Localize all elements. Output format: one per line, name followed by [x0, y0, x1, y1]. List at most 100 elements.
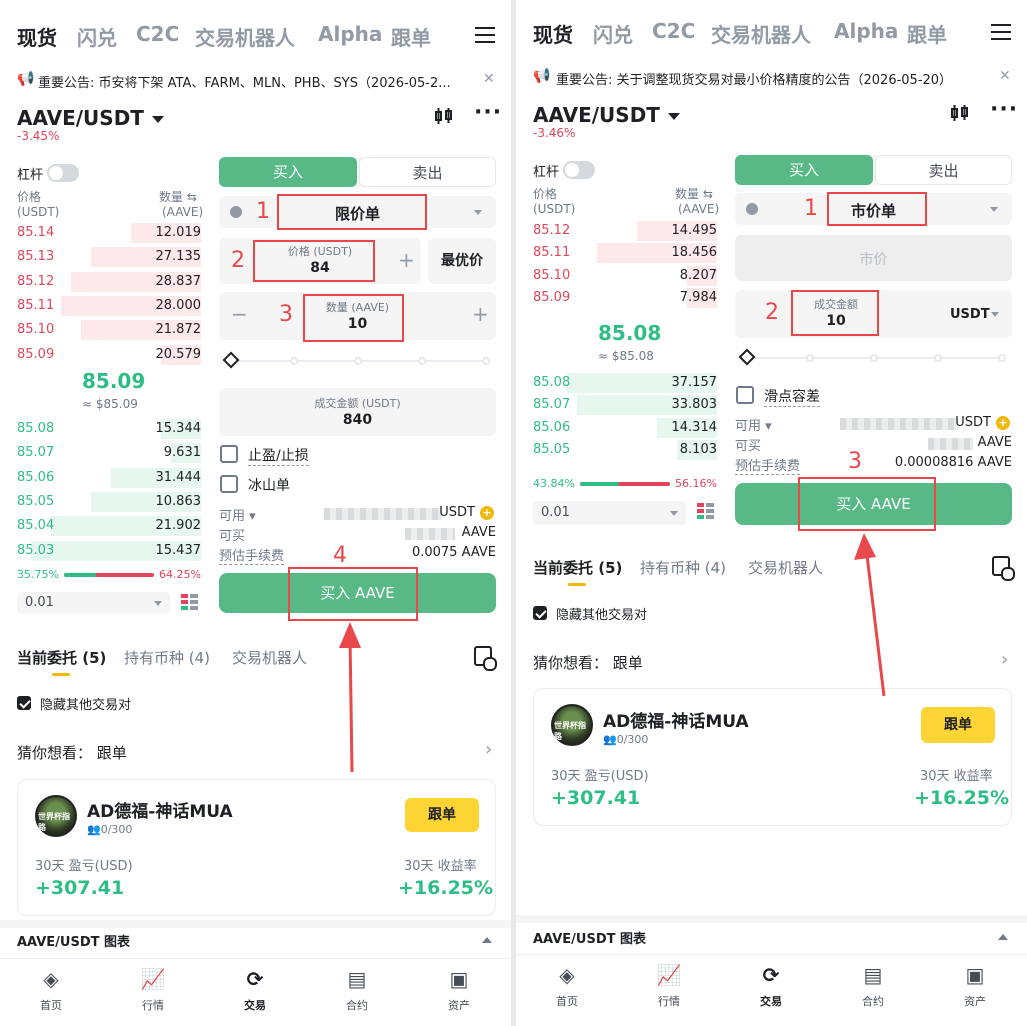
plus-icon[interactable]: + [472, 302, 489, 326]
total-unit[interactable]: USDT [950, 307, 990, 322]
tpsl-label[interactable]: 止盈/止损 [248, 445, 309, 466]
bid-price[interactable]: 85.07 [17, 445, 54, 465]
menu-icon[interactable] [991, 24, 1011, 40]
nav-spot[interactable]: 现货 [17, 22, 57, 51]
chevron-up-icon[interactable] [482, 937, 492, 943]
bid-price[interactable]: 85.03 [17, 543, 54, 563]
hide-other-pairs-label[interactable]: 隐藏其他交易对 [40, 694, 131, 713]
slider-stop[interactable] [934, 354, 942, 362]
pair-selector[interactable]: AAVE/USDT [533, 103, 680, 127]
hide-other-pairs-checkbox[interactable] [533, 606, 547, 620]
available-label[interactable]: 可用 ▾ [735, 415, 772, 434]
nav-copy-trading[interactable]: 跟单 [907, 19, 947, 48]
nav-assets[interactable]: ▣ 资产 [408, 967, 510, 1013]
menu-icon[interactable] [475, 27, 495, 43]
tab-sell[interactable]: 卖出 [875, 155, 1012, 185]
ask-price[interactable]: 85.11 [17, 298, 54, 318]
slider-stop[interactable] [418, 357, 426, 365]
ask-price[interactable]: 85.09 [533, 290, 570, 310]
nav-alpha[interactable]: Alpha [834, 19, 898, 43]
chart-bar-title[interactable]: AAVE/USDT 图表 [17, 931, 130, 950]
ask-price[interactable]: 85.09 [17, 347, 54, 367]
slider-stop[interactable] [870, 354, 878, 362]
slippage-label[interactable]: 滑点容差 [764, 386, 820, 407]
notice-text[interactable]: 重要公告: 关于调整现货交易对最小价格精度的公告（2026-05-20） [556, 69, 996, 88]
nav-c2c[interactable]: C2C [652, 19, 695, 43]
tab-open-orders[interactable]: 当前委托 (5) [17, 647, 106, 668]
slider-handle[interactable] [738, 348, 756, 366]
available-label[interactable]: 可用 ▾ [219, 505, 256, 524]
bid-price[interactable]: 85.08 [533, 375, 570, 395]
nav-markets[interactable]: 📈 行情 [102, 967, 204, 1013]
candlestick-icon[interactable] [950, 105, 970, 121]
more-icon[interactable]: ··· [990, 97, 1018, 122]
fee-label[interactable]: 预估手续费 [219, 545, 285, 565]
tab-bots[interactable]: 交易机器人 [748, 557, 823, 578]
follow-button[interactable]: 跟单 [405, 798, 479, 832]
pair-selector[interactable]: AAVE/USDT [17, 106, 164, 130]
precision-select[interactable]: 0.01 [533, 501, 686, 525]
nav-alpha[interactable]: Alpha [318, 22, 382, 46]
tab-open-orders[interactable]: 当前委托 (5) [533, 557, 622, 578]
ask-price[interactable]: 85.13 [17, 249, 54, 269]
tab-holdings[interactable]: 持有币种 (4) [640, 557, 726, 578]
add-funds-icon[interactable]: + [996, 416, 1010, 430]
nav-trading-bots[interactable]: 交易机器人 [195, 22, 295, 51]
orderbook-layout-icon[interactable] [181, 594, 199, 612]
nav-c2c[interactable]: C2C [136, 22, 179, 46]
tab-buy[interactable]: 买入 [219, 157, 357, 187]
chevron-right-icon[interactable]: › [1001, 649, 1008, 670]
tab-bots[interactable]: 交易机器人 [232, 647, 307, 668]
orderbook-layout-icon[interactable] [697, 503, 715, 521]
leverage-toggle[interactable] [47, 164, 79, 182]
ask-price[interactable]: 85.11 [533, 245, 570, 265]
bid-price[interactable]: 85.04 [17, 518, 54, 538]
order-history-icon[interactable] [474, 646, 497, 671]
bid-price[interactable]: 85.05 [17, 494, 54, 514]
hide-other-pairs-checkbox[interactable] [17, 696, 31, 710]
tab-holdings[interactable]: 持有币种 (4) [124, 647, 210, 668]
slider-stop[interactable] [354, 357, 362, 365]
precision-select[interactable]: 0.01 [17, 592, 170, 614]
more-icon[interactable]: ··· [474, 100, 502, 125]
slippage-checkbox[interactable] [736, 386, 754, 404]
chart-bar-title[interactable]: AAVE/USDT 图表 [533, 928, 646, 947]
slider-handle[interactable] [222, 351, 240, 369]
nav-futures[interactable]: ▤ 合约 [822, 963, 924, 1009]
slider-stop[interactable] [482, 357, 490, 365]
ask-price[interactable]: 85.12 [17, 274, 54, 294]
plus-icon[interactable]: + [398, 248, 415, 272]
bid-price[interactable]: 85.07 [533, 397, 570, 417]
tpsl-checkbox[interactable] [220, 445, 238, 463]
slider-stop[interactable] [290, 357, 298, 365]
ask-price[interactable]: 85.10 [17, 322, 54, 342]
candlestick-icon[interactable] [434, 108, 454, 124]
ask-price[interactable]: 85.12 [533, 223, 570, 243]
bid-price[interactable]: 85.08 [17, 421, 54, 441]
qty-header[interactable]: 数量 ⇆ [675, 185, 713, 202]
order-history-icon[interactable] [992, 556, 1015, 581]
chevron-up-icon[interactable] [998, 934, 1008, 940]
close-icon[interactable]: ✕ [999, 68, 1011, 84]
nav-markets[interactable]: 📈 行情 [618, 963, 720, 1009]
follow-button[interactable]: 跟单 [921, 707, 995, 743]
nav-trade[interactable]: ⟳ 交易 [720, 963, 822, 1009]
nav-home[interactable]: ◈ 首页 [516, 963, 618, 1009]
copy-trader-card[interactable]: 世界杯指路 AD德福-神话MUA 👥0/300 跟单 30天 盈亏(USD) +… [533, 688, 1012, 826]
slider-stop[interactable] [806, 354, 814, 362]
nav-copy-trading[interactable]: 跟单 [391, 22, 431, 51]
ask-price[interactable]: 85.14 [17, 225, 54, 245]
leverage-toggle[interactable] [563, 161, 595, 179]
bid-price[interactable]: 85.06 [17, 470, 54, 490]
add-funds-icon[interactable]: + [480, 506, 494, 520]
close-icon[interactable]: ✕ [483, 71, 495, 87]
nav-trading-bots[interactable]: 交易机器人 [711, 19, 811, 48]
iceberg-checkbox[interactable] [220, 475, 238, 493]
best-price-button[interactable]: 最优价 [428, 238, 496, 284]
nav-convert[interactable]: 闪兑 [593, 19, 633, 48]
nav-convert[interactable]: 闪兑 [77, 22, 117, 51]
chevron-right-icon[interactable]: › [485, 739, 492, 760]
bid-price[interactable]: 85.06 [533, 420, 570, 440]
slider-stop[interactable] [998, 354, 1006, 362]
qty-header[interactable]: 数量 ⇆ [159, 188, 197, 205]
